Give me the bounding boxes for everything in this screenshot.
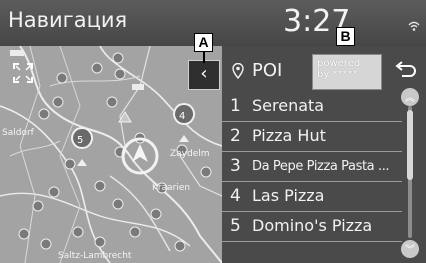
app-title: Навигация bbox=[8, 8, 128, 32]
callout-b: B bbox=[336, 27, 355, 46]
map-view[interactable]: 5 4 Zaydelm Kraarien Saldorf Saltz-Lambr… bbox=[0, 46, 222, 263]
list-item-number: 3 bbox=[230, 156, 241, 176]
list-item[interactable]: 2 Pizza Hut bbox=[222, 122, 402, 152]
scrollbar[interactable]: ︽ ︾ bbox=[398, 88, 422, 260]
list-item-name: Pizza Hut bbox=[252, 126, 326, 145]
location-pin-icon bbox=[232, 63, 244, 79]
list-item-name: Serenata bbox=[252, 96, 325, 115]
svg-text:5: 5 bbox=[77, 135, 83, 146]
list-item-number: 2 bbox=[230, 126, 241, 146]
powered-by-line2: by ***** bbox=[317, 69, 358, 80]
map-label-saldorf: Saldorf bbox=[2, 128, 34, 138]
status-bar: Навигация 3:27 bbox=[0, 0, 426, 46]
map-label-saltz-lambrecht: Saltz-Lambrecht bbox=[58, 251, 132, 261]
powered-by-text: powered by ***** bbox=[317, 58, 360, 80]
list-item[interactable]: 3 Da Pepe Pizza Pasta ... bbox=[222, 152, 402, 182]
navigation-screen: Навигация 3:27 5 4 Zaydelm Kraarien Sald… bbox=[0, 0, 426, 263]
powered-by-logo: powered by ***** bbox=[312, 54, 382, 90]
double-chevron-up-icon: ︽ bbox=[405, 93, 415, 104]
chevron-left-icon: ‹ bbox=[200, 63, 208, 84]
expand-icon[interactable] bbox=[12, 62, 34, 84]
list-item-name: Las Pizza bbox=[252, 186, 325, 205]
collapse-list-button[interactable]: ‹ bbox=[188, 60, 220, 90]
list-item-number: 5 bbox=[230, 216, 241, 236]
wifi-icon bbox=[408, 21, 420, 31]
poi-category-button[interactable]: POI bbox=[252, 60, 282, 81]
map-label-zaydelm: Zaydelm bbox=[170, 149, 210, 159]
list-item-number: 4 bbox=[230, 186, 241, 206]
scroll-thumb[interactable] bbox=[407, 110, 413, 180]
callout-a: A bbox=[194, 33, 213, 52]
powered-by-line1: powered bbox=[317, 58, 361, 69]
map-label-kraarien: Kraarien bbox=[152, 183, 191, 193]
list-item-name: Da Pepe Pizza Pasta ... bbox=[252, 159, 390, 174]
list-item[interactable]: 5 Domino's Pizza bbox=[222, 212, 402, 242]
double-chevron-down-icon: ︾ bbox=[405, 245, 415, 256]
poi-results-panel: POI powered by ***** 1 Serenata 2 Pizza … bbox=[222, 46, 426, 263]
list-item[interactable]: 1 Serenata bbox=[222, 92, 402, 122]
back-arrow-icon[interactable] bbox=[390, 58, 420, 82]
callout-a-leader bbox=[203, 51, 205, 63]
panel-header: POI powered by ***** bbox=[222, 46, 426, 92]
results-list: 1 Serenata 2 Pizza Hut 3 Da Pepe Pizza P… bbox=[222, 92, 402, 242]
scroll-up-button[interactable]: ︽ bbox=[401, 88, 419, 106]
scroll-down-button[interactable]: ︾ bbox=[401, 240, 419, 258]
list-item-number: 1 bbox=[230, 96, 241, 116]
svg-text:4: 4 bbox=[179, 111, 185, 122]
list-item-name: Domino's Pizza bbox=[252, 216, 373, 235]
list-item[interactable]: 4 Las Pizza bbox=[222, 182, 402, 212]
